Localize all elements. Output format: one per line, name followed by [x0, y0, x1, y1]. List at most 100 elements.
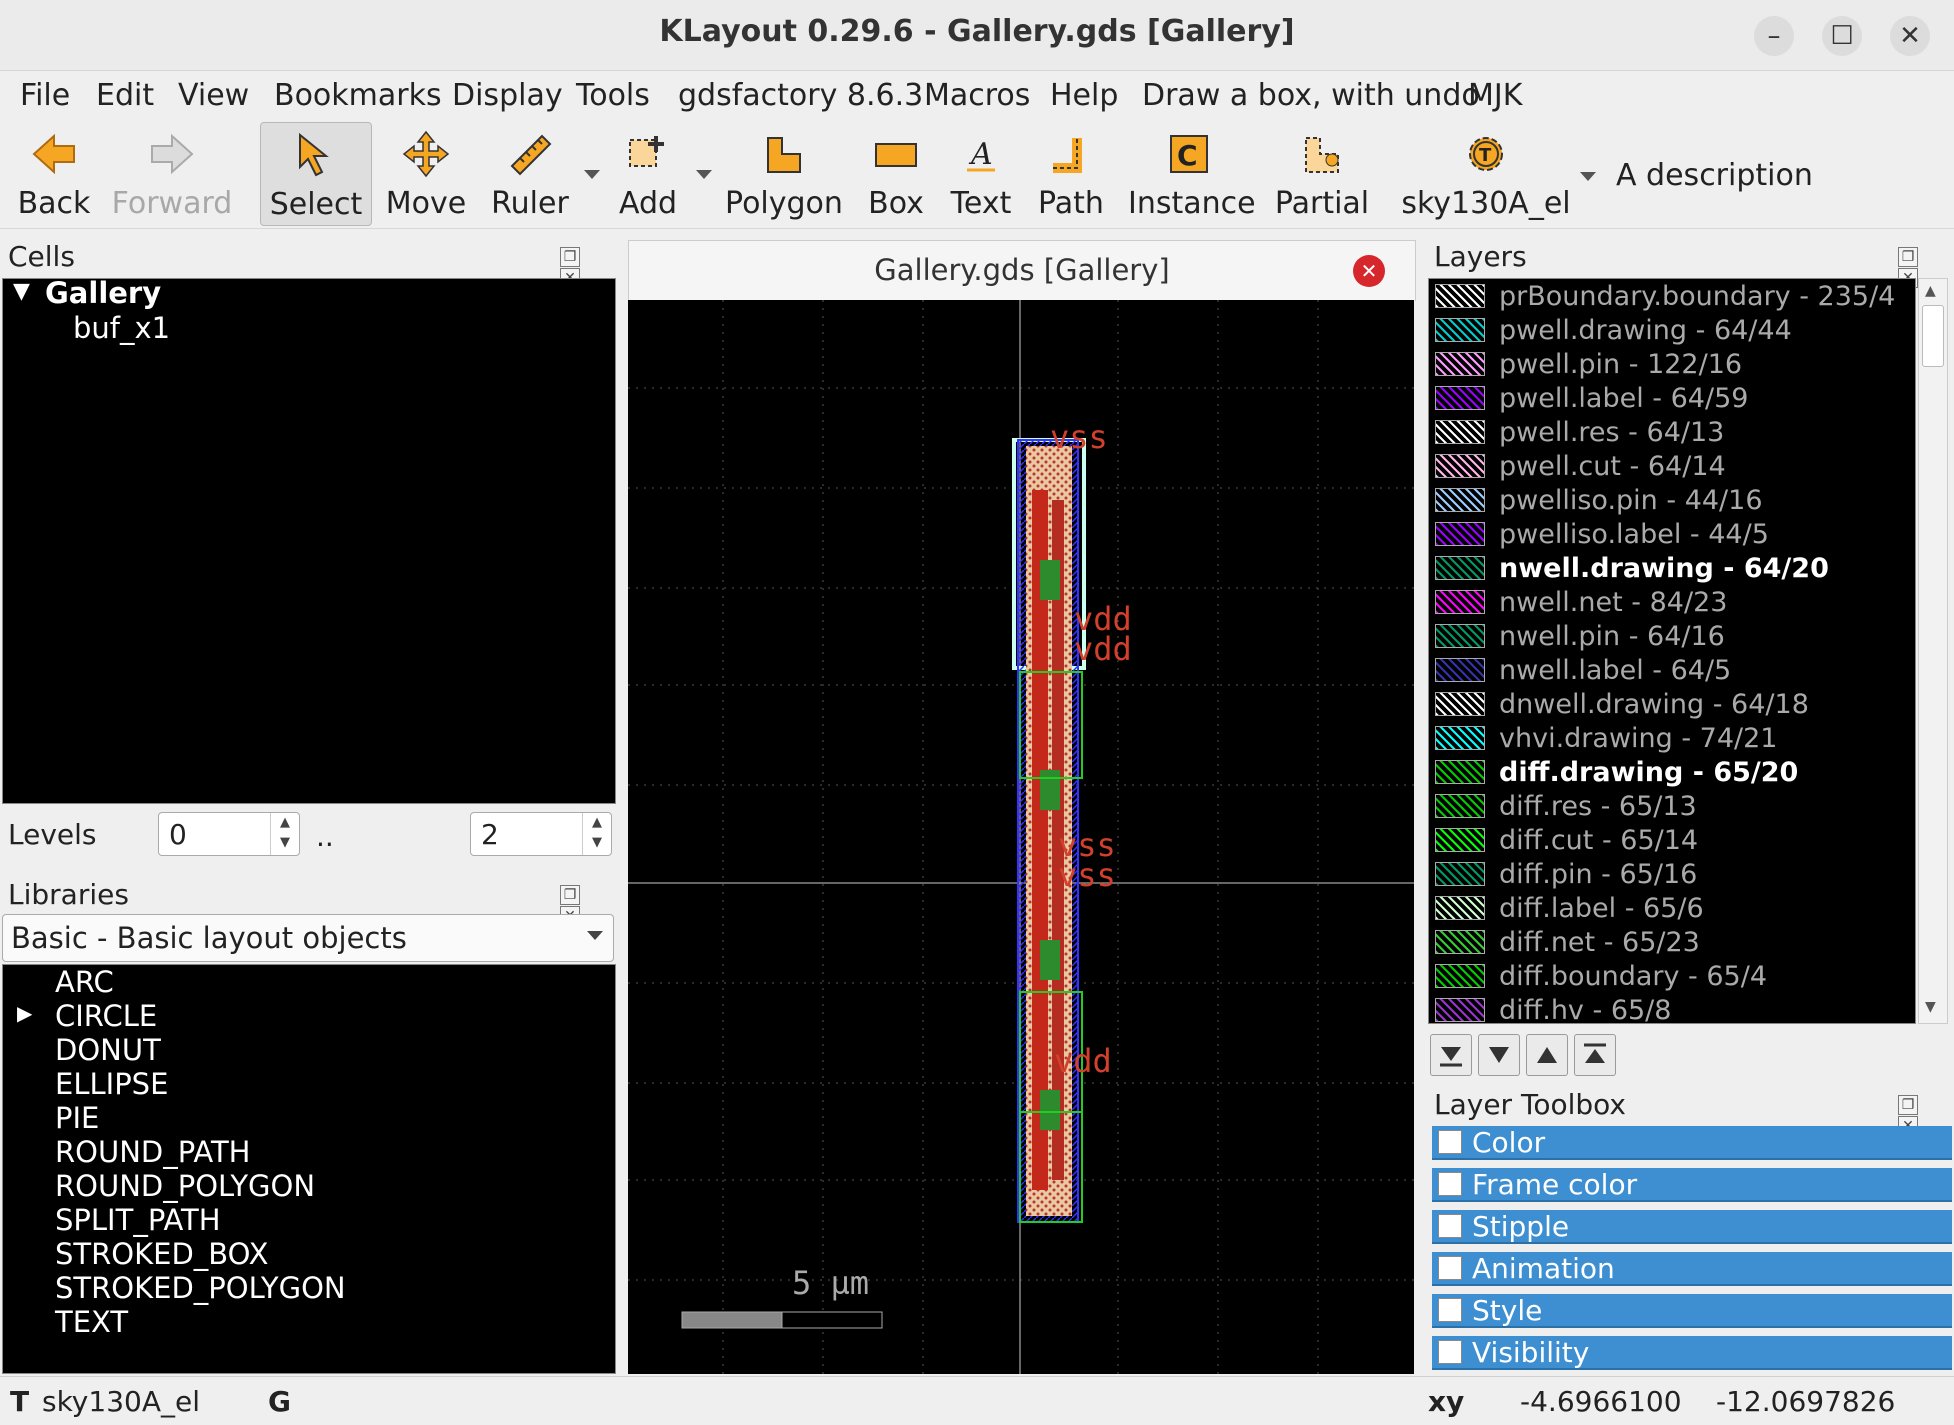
section-checkbox[interactable]: [1438, 1130, 1462, 1154]
layer-swatch[interactable]: [1435, 930, 1485, 954]
float-icon[interactable]: ❐: [1898, 247, 1918, 267]
layer-swatch[interactable]: [1435, 522, 1485, 546]
layer-swatch[interactable]: [1435, 454, 1485, 478]
layer-swatch[interactable]: [1435, 794, 1485, 818]
cells-dock-buttons[interactable]: ❐✕: [560, 246, 604, 288]
move-button[interactable]: Move: [380, 122, 472, 224]
ruler-button[interactable]: Ruler: [484, 122, 576, 224]
library-item-stroked-polygon[interactable]: STROKED_POLYGON: [55, 1271, 346, 1305]
forward-button[interactable]: Forward: [110, 122, 234, 224]
technology-button[interactable]: T sky130A_el: [1398, 122, 1574, 224]
layer-swatch[interactable]: [1435, 998, 1485, 1022]
layer-row[interactable]: pwell.res - 64/13: [1429, 417, 1829, 448]
layer-row[interactable]: pwelliso.label - 44/5: [1429, 519, 1829, 550]
close-window-button[interactable]: ✕: [1890, 16, 1930, 56]
menu-gdsfactory[interactable]: gdsfactory 8.6.3: [678, 78, 923, 113]
instance-button[interactable]: C Instance: [1128, 122, 1256, 224]
layer-row[interactable]: diff.pin - 65/16: [1429, 859, 1829, 890]
layer-swatch[interactable]: [1435, 726, 1485, 750]
layer-swatch[interactable]: [1435, 352, 1485, 376]
layer-swatch[interactable]: [1435, 318, 1485, 342]
layer-row[interactable]: nwell.net - 84/23: [1429, 587, 1829, 618]
layout-tab[interactable]: Gallery.gds [Gallery] ✕: [628, 240, 1416, 301]
layer-row[interactable]: prBoundary.boundary - 235/4: [1429, 281, 1895, 312]
layer-swatch[interactable]: [1435, 420, 1485, 444]
move-layer-top-button[interactable]: [1574, 1034, 1616, 1076]
toolbox-section-visibility[interactable]: Visibility: [1432, 1336, 1952, 1370]
layers-dock-buttons[interactable]: ❐✕: [1898, 246, 1942, 288]
layer-swatch[interactable]: [1435, 828, 1485, 852]
layer-row[interactable]: dnwell.drawing - 64/18: [1429, 689, 1829, 720]
section-checkbox[interactable]: [1438, 1256, 1462, 1280]
text-button[interactable]: A Text: [944, 122, 1018, 224]
layer-row[interactable]: pwelliso.pin - 44/16: [1429, 485, 1829, 516]
close-tab-icon[interactable]: ✕: [1353, 255, 1385, 287]
spinner-arrows-icon[interactable]: ▲ ▼: [582, 813, 611, 855]
layer-row[interactable]: pwell.drawing - 64/44: [1429, 315, 1829, 346]
polygon-button[interactable]: Polygon: [722, 122, 846, 224]
menu-edit[interactable]: Edit: [96, 78, 154, 113]
layer-row[interactable]: diff.net - 65/23: [1429, 927, 1829, 958]
library-item-donut[interactable]: DONUT: [55, 1033, 161, 1067]
section-checkbox[interactable]: [1438, 1214, 1462, 1238]
float-icon[interactable]: ❐: [560, 885, 580, 905]
libraries-dock-buttons[interactable]: ❐✕: [560, 884, 604, 926]
layer-swatch[interactable]: [1435, 862, 1485, 886]
layer-row[interactable]: nwell.drawing - 64/20: [1429, 553, 1829, 584]
section-checkbox[interactable]: [1438, 1172, 1462, 1196]
layout-canvas[interactable]: vss vdd vdd vss vss vdd 5 µm: [628, 300, 1414, 1374]
menu-bookmarks[interactable]: Bookmarks: [274, 78, 442, 113]
minimize-button[interactable]: –: [1754, 16, 1794, 56]
layer-swatch[interactable]: [1435, 896, 1485, 920]
library-item-arc[interactable]: ARC: [55, 965, 114, 999]
layer-swatch[interactable]: [1435, 964, 1485, 988]
float-icon[interactable]: ❐: [560, 247, 580, 267]
layer-swatch[interactable]: [1435, 284, 1485, 308]
box-button[interactable]: Box: [860, 122, 932, 224]
expand-arrow-icon[interactable]: ▼: [13, 279, 30, 304]
select-button[interactable]: Select: [260, 122, 372, 226]
library-item-pie[interactable]: PIE: [55, 1101, 99, 1135]
layer-row[interactable]: pwell.cut - 64/14: [1429, 451, 1829, 482]
scrollbar-thumb[interactable]: [1922, 305, 1944, 367]
level-to-input[interactable]: 2 ▲ ▼: [470, 812, 612, 856]
layer-swatch[interactable]: [1435, 692, 1485, 716]
library-item-circle[interactable]: CIRCLE: [55, 999, 157, 1033]
expand-arrow-icon[interactable]: ▶: [17, 1001, 32, 1025]
toolbox-section-color[interactable]: Color: [1432, 1126, 1952, 1160]
layer-row[interactable]: diff.boundary - 65/4: [1429, 961, 1829, 992]
layer-swatch[interactable]: [1435, 760, 1485, 784]
section-checkbox[interactable]: [1438, 1298, 1462, 1322]
move-layer-down-button[interactable]: [1478, 1034, 1520, 1076]
toolbox-section-animation[interactable]: Animation: [1432, 1252, 1952, 1286]
menu-file[interactable]: File: [20, 78, 70, 113]
menu-tools[interactable]: Tools: [576, 78, 650, 113]
layer-swatch[interactable]: [1435, 556, 1485, 580]
float-icon[interactable]: ❐: [1898, 1095, 1918, 1115]
move-layer-bottom-button[interactable]: [1430, 1034, 1472, 1076]
library-item-round-path[interactable]: ROUND_PATH: [55, 1135, 250, 1169]
layer-row[interactable]: pwell.pin - 122/16: [1429, 349, 1829, 380]
menu-help[interactable]: Help: [1050, 78, 1118, 113]
layer-row[interactable]: nwell.pin - 64/16: [1429, 621, 1829, 652]
menu-mjk[interactable]: MJK: [1468, 78, 1522, 113]
level-from-input[interactable]: 0 ▲ ▼: [158, 812, 300, 856]
ruler-dropdown-icon[interactable]: [584, 170, 600, 179]
back-button[interactable]: Back: [8, 122, 100, 224]
library-item-round-polygon[interactable]: ROUND_POLYGON: [55, 1169, 315, 1203]
toolbox-section-style[interactable]: Style: [1432, 1294, 1952, 1328]
technology-dropdown-icon[interactable]: [1580, 172, 1596, 181]
layer-row[interactable]: diff.drawing - 65/20: [1429, 757, 1829, 788]
path-button[interactable]: Path: [1030, 122, 1112, 224]
add-dropdown-icon[interactable]: [696, 170, 712, 179]
layer-row[interactable]: diff.res - 65/13: [1429, 791, 1829, 822]
move-layer-up-button[interactable]: [1526, 1034, 1568, 1076]
section-checkbox[interactable]: [1438, 1340, 1462, 1364]
library-item-stroked-box[interactable]: STROKED_BOX: [55, 1237, 269, 1271]
layer-row[interactable]: nwell.label - 64/5: [1429, 655, 1829, 686]
partial-button[interactable]: Partial: [1270, 122, 1374, 224]
layer-swatch[interactable]: [1435, 488, 1485, 512]
layer-row[interactable]: diff.cut - 65/14: [1429, 825, 1829, 856]
layer-list-scrollbar[interactable]: ▲ ▼: [1918, 278, 1948, 1024]
layer-swatch[interactable]: [1435, 658, 1485, 682]
